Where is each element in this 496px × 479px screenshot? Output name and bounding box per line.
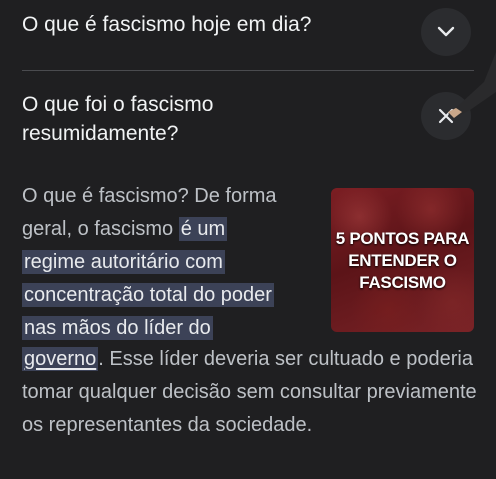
answer-highlight-4: nas mãos do líder do (22, 316, 213, 340)
thumbnail-line-3: FASCISMO (359, 273, 446, 292)
faq-question-1[interactable]: O que é fascismo hoje em dia? (22, 13, 312, 37)
answer-highlight-5: governo (22, 347, 99, 371)
thumbnail-caption: 5 PONTOS PARA ENTENDER O FASCISMO (331, 228, 474, 294)
faq-divider (22, 70, 474, 71)
answer-highlight-3: concentração total do poder (22, 283, 274, 307)
answer-highlight-1: é um (178, 217, 228, 241)
answer-intro: O que é fascismo? De forma geral, o fasc… (22, 185, 277, 240)
faq-question-2[interactable]: O que foi o fascismo resumidamente? (22, 90, 322, 148)
article-thumbnail[interactable]: 5 PONTOS PARA ENTENDER O FASCISMO (331, 188, 474, 332)
answer-highlight-2: regime autoritário com (22, 250, 225, 274)
answer-text: O que é fascismo? De forma geral, o fasc… (22, 180, 322, 345)
expand-button[interactable] (421, 8, 471, 56)
thumbnail-line-2: ENTENDER O (348, 251, 457, 270)
chevron-down-icon (437, 26, 455, 37)
answer-continuation: governo. Esse líder deveria ser cultuado… (22, 343, 492, 442)
overlay-arm-image (448, 52, 496, 118)
thumbnail-line-1: 5 PONTOS PARA (335, 229, 470, 248)
